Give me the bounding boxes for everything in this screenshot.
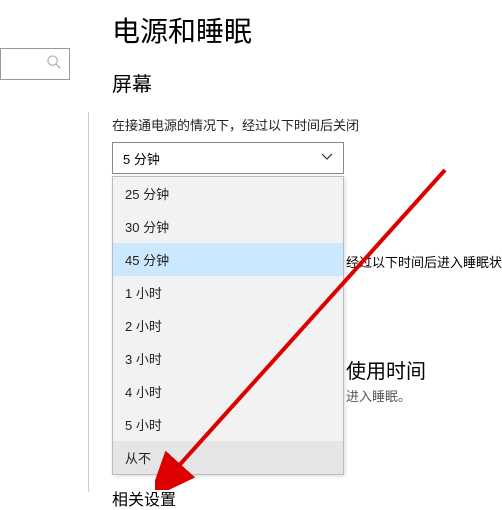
chevron-down-icon [321,151,333,166]
page-title: 电源和睡眠 [112,10,502,50]
dropdown-item-2[interactable]: 45 分钟 [113,243,343,276]
dropdown-item-1[interactable]: 30 分钟 [113,210,343,243]
search-icon [46,54,61,74]
related-heading: 相关设置 [112,486,176,510]
nav-divider [88,112,89,492]
dropdown-item-6[interactable]: 4 小时 [113,375,343,408]
screen-plugged-desc: 在接通电源的情况下，经过以下时间后关闭 [112,115,502,134]
usage-desc: 进入睡眠。 [346,386,411,405]
sleep-plugged-desc: 经过以下时间后进入睡眠状态 [346,252,502,271]
section-screen-heading: 屏幕 [112,68,502,97]
timeout-dropdown[interactable]: 25 分钟30 分钟45 分钟1 小时2 小时3 小时4 小时5 小时从不 [112,176,344,475]
search-input[interactable] [0,48,70,80]
dropdown-item-3[interactable]: 1 小时 [113,276,343,309]
screen-timeout-value: 5 分钟 [123,149,160,168]
screen-timeout-select[interactable]: 5 分钟 [112,142,344,174]
dropdown-item-8[interactable]: 从不 [113,441,343,474]
dropdown-item-5[interactable]: 3 小时 [113,342,343,375]
dropdown-item-4[interactable]: 2 小时 [113,309,343,342]
usage-heading: 使用时间 [346,355,426,384]
dropdown-item-0[interactable]: 25 分钟 [113,177,343,210]
dropdown-item-7[interactable]: 5 小时 [113,408,343,441]
